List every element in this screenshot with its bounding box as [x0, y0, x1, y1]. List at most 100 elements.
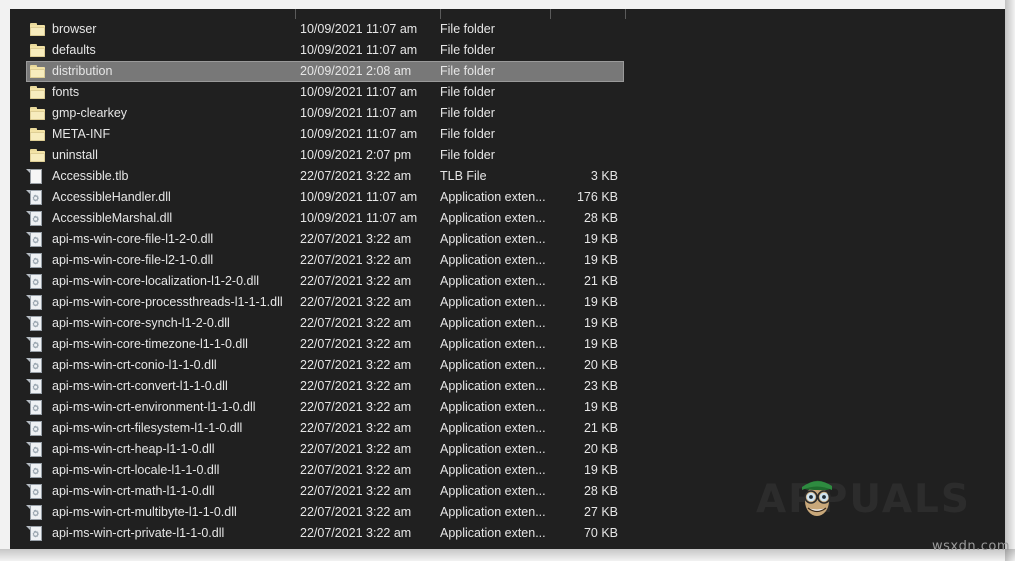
file-row[interactable]: api-ms-win-crt-convert-l1-1-0.dll 22/07/2… [10, 376, 1005, 397]
file-name: uninstall [52, 148, 98, 162]
file-date-modified: 10/09/2021 11:07 am [300, 211, 418, 225]
file-type: Application exten... [440, 463, 546, 477]
file-row[interactable]: api-ms-win-crt-private-l1-1-0.dll 22/07/2… [10, 523, 1005, 544]
file-name: api-ms-win-crt-private-l1-1-0.dll [52, 526, 225, 540]
file-row[interactable]: api-ms-win-crt-environment-l1-1-0.dll 22/… [10, 397, 1005, 418]
file-name: api-ms-win-crt-conio-l1-1-0.dll [52, 358, 217, 372]
file-date-modified: 22/07/2021 3:22 am [300, 295, 412, 309]
file-size: 23 KB [583, 379, 618, 393]
file-name: api-ms-win-core-localization-l1-2-0.dll [52, 274, 260, 288]
file-type: Application exten... [440, 484, 546, 498]
window-shadow-bottom [0, 549, 1015, 561]
folder-icon [30, 43, 46, 58]
folder-icon [30, 127, 46, 142]
file-size: 19 KB [583, 400, 618, 414]
column-separator-1[interactable] [440, 9, 441, 19]
window-shadow-right [1005, 0, 1015, 561]
file-type: File folder [440, 127, 495, 141]
dll-icon [26, 400, 46, 415]
file-date-modified: 10/09/2021 11:07 am [300, 85, 418, 99]
file-type: File folder [440, 148, 495, 162]
dll-icon [26, 442, 46, 457]
file-row[interactable]: api-ms-win-crt-multibyte-l1-1-0.dll 22/07… [10, 502, 1005, 523]
file-row[interactable]: defaults 10/09/2021 11:07 am File folder [10, 40, 1005, 61]
file-size: 20 KB [583, 442, 618, 456]
file-row[interactable]: browser 10/09/2021 11:07 am File folder [10, 19, 1005, 40]
file-row[interactable]: uninstall 10/09/2021 2:07 pm File folder [10, 145, 1005, 166]
file-row[interactable]: api-ms-win-core-file-l1-2-0.dll 22/07/202… [10, 229, 1005, 250]
file-name: gmp-clearkey [52, 106, 128, 120]
dll-icon [26, 358, 46, 373]
file-row[interactable]: api-ms-win-crt-heap-l1-1-0.dll 22/07/2021… [10, 439, 1005, 460]
file-size: 20 KB [583, 358, 618, 372]
file-size: 19 KB [583, 337, 618, 351]
file-date-modified: 22/07/2021 3:22 am [300, 316, 412, 330]
file-size: 70 KB [583, 526, 618, 540]
file-type: Application exten... [440, 400, 546, 414]
screenshot-root: browser 10/09/2021 11:07 am File folder def… [0, 0, 1015, 561]
file-type: Application exten... [440, 505, 546, 519]
file-row[interactable]: api-ms-win-crt-conio-l1-1-0.dll 22/07/202… [10, 355, 1005, 376]
file-name: api-ms-win-crt-environment-l1-1-0.dll [52, 400, 256, 414]
file-row[interactable]: api-ms-win-crt-filesystem-l1-1-0.dll 22/0… [10, 418, 1005, 439]
file-type: Application exten... [440, 337, 546, 351]
file-date-modified: 10/09/2021 2:07 pm [300, 148, 412, 162]
file-row[interactable]: gmp-clearkey 10/09/2021 11:07 am File fold… [10, 103, 1005, 124]
file-type: TLB File [440, 169, 487, 183]
file-type: File folder [440, 85, 495, 99]
file-name: defaults [52, 43, 96, 57]
file-row[interactable]: api-ms-win-crt-locale-l1-1-0.dll 22/07/20… [10, 460, 1005, 481]
file-date-modified: 10/09/2021 11:07 am [300, 190, 418, 204]
file-row[interactable]: Accessible.tlb 22/07/2021 3:22 am TLB File… [10, 166, 1005, 187]
file-row[interactable]: distribution 20/09/2021 2:08 am File folde… [10, 61, 1005, 82]
file-date-modified: 10/09/2021 11:07 am [300, 127, 418, 141]
column-separator-2[interactable] [550, 9, 551, 19]
file-size: 19 KB [583, 463, 618, 477]
file-name: api-ms-win-core-processthreads-l1-1-1.dl… [52, 295, 283, 309]
file-row[interactable]: api-ms-win-core-localization-l1-2-0.dll 2… [10, 271, 1005, 292]
document-icon [26, 169, 46, 184]
folder-icon [30, 106, 46, 121]
file-row[interactable]: fonts 10/09/2021 11:07 am File folder [10, 82, 1005, 103]
folder-icon [30, 22, 46, 37]
file-date-modified: 22/07/2021 3:22 am [300, 421, 412, 435]
file-date-modified: 22/07/2021 3:22 am [300, 400, 412, 414]
file-name: api-ms-win-crt-filesystem-l1-1-0.dll [52, 421, 243, 435]
file-date-modified: 22/07/2021 3:22 am [300, 253, 412, 267]
column-header-row[interactable] [10, 9, 1005, 19]
file-row[interactable]: AccessibleMarshal.dll 10/09/2021 11:07 am… [10, 208, 1005, 229]
file-date-modified: 22/07/2021 3:22 am [300, 358, 412, 372]
file-date-modified: 22/07/2021 3:22 am [300, 232, 412, 246]
dll-icon [26, 253, 46, 268]
file-type: File folder [440, 43, 495, 57]
file-size: 19 KB [583, 232, 618, 246]
file-row[interactable]: META-INF 10/09/2021 11:07 am File folder [10, 124, 1005, 145]
file-type: Application exten... [440, 358, 546, 372]
dll-icon [26, 295, 46, 310]
file-row[interactable]: AccessibleHandler.dll 10/09/2021 11:07 am… [10, 187, 1005, 208]
file-row[interactable]: api-ms-win-core-timezone-l1-1-0.dll 22/07… [10, 334, 1005, 355]
file-type: Application exten... [440, 526, 546, 540]
file-date-modified: 22/07/2021 3:22 am [300, 505, 412, 519]
file-row[interactable]: api-ms-win-core-file-l2-1-0.dll 22/07/202… [10, 250, 1005, 271]
column-separator-0[interactable] [295, 9, 296, 19]
file-name: api-ms-win-core-synch-l1-2-0.dll [52, 316, 230, 330]
file-size: 28 KB [583, 211, 618, 225]
dll-icon [26, 211, 46, 226]
dll-icon [26, 190, 46, 205]
file-row[interactable]: api-ms-win-crt-math-l1-1-0.dll 22/07/2021… [10, 481, 1005, 502]
dll-icon [26, 463, 46, 478]
file-date-modified: 10/09/2021 11:07 am [300, 43, 418, 57]
file-size: 19 KB [583, 316, 618, 330]
column-separator-3[interactable] [625, 9, 626, 19]
file-name: api-ms-win-crt-locale-l1-1-0.dll [52, 463, 220, 477]
folder-icon [30, 148, 46, 163]
file-date-modified: 20/09/2021 2:08 am [300, 64, 412, 78]
file-row[interactable]: api-ms-win-core-synch-l1-2-0.dll 22/07/20… [10, 313, 1005, 334]
dll-icon [26, 316, 46, 331]
file-list[interactable]: browser 10/09/2021 11:07 am File folder def… [10, 19, 1005, 549]
file-name: api-ms-win-core-file-l2-1-0.dll [52, 253, 214, 267]
dll-icon [26, 379, 46, 394]
file-row[interactable]: api-ms-win-core-processthreads-l1-1-1.dl… [10, 292, 1005, 313]
file-name: distribution [52, 64, 113, 78]
